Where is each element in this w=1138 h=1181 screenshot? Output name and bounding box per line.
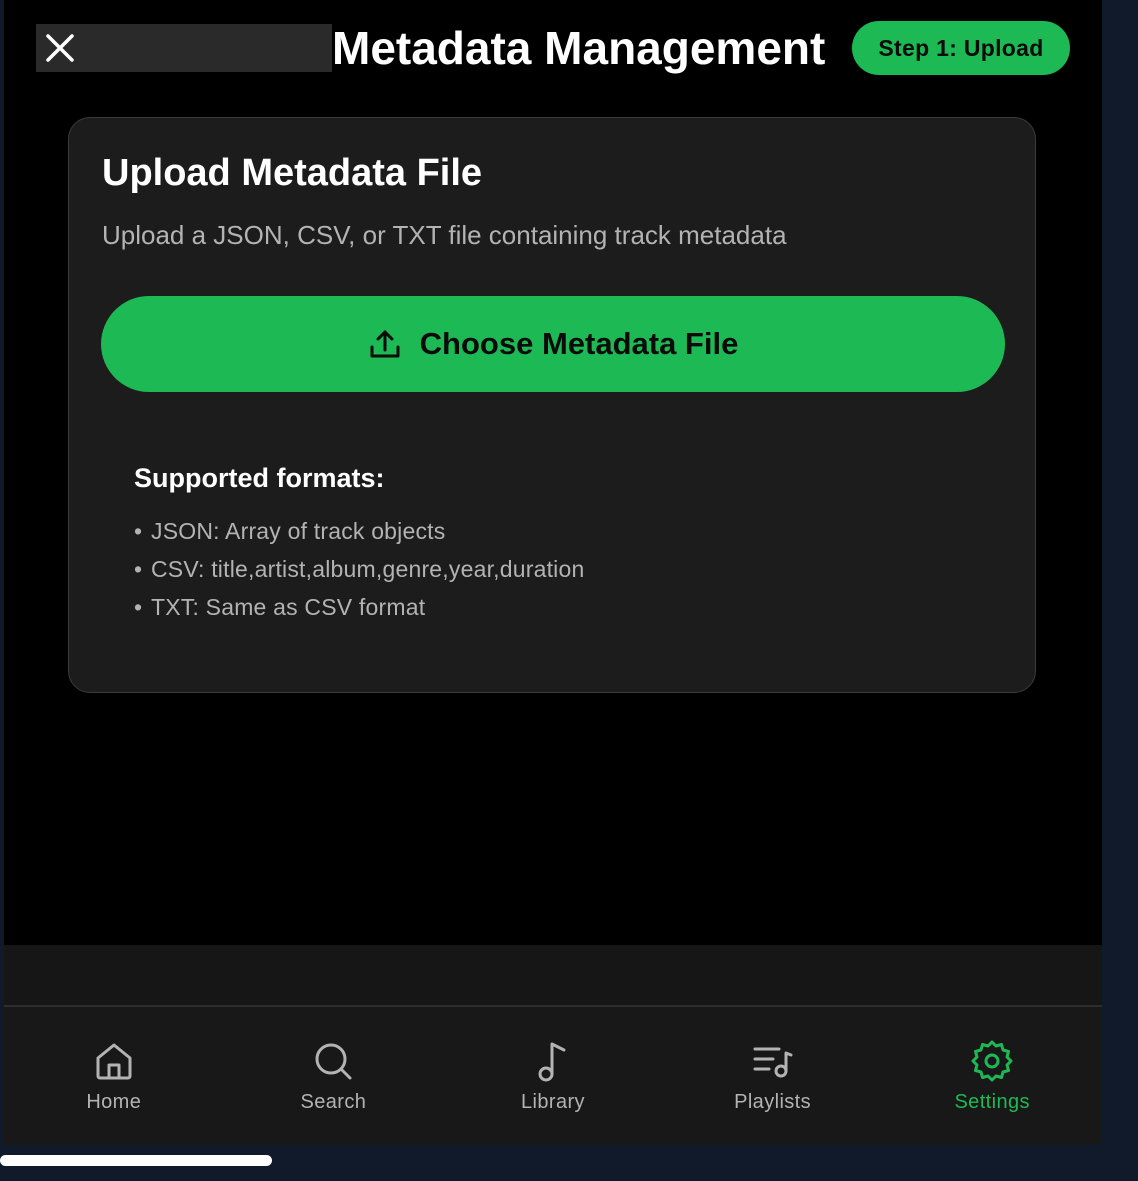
app-screen: Metadata Management Step 1: Upload Uploa… [4, 0, 1102, 1145]
music-note-icon [538, 1042, 566, 1082]
tab-label: Search [300, 1091, 367, 1113]
choose-file-button[interactable]: Choose Metadata File [101, 296, 1005, 392]
close-area [36, 24, 332, 72]
tab-home[interactable]: Home [4, 1007, 224, 1145]
tab-playlists[interactable]: Playlists [663, 1007, 883, 1145]
format-item-txt: • TXT: Same as CSV format [134, 594, 426, 620]
home-indicator [0, 1155, 272, 1166]
supported-formats: Supported formats: • JSON: Array of track… [134, 463, 584, 626]
playlist-icon [753, 1047, 793, 1078]
page-title: Metadata Management [332, 22, 826, 74]
tab-bar: Home Search Library Playlists Settings [4, 1005, 1102, 1145]
close-button[interactable] [36, 24, 84, 72]
mini-player-area [4, 945, 1102, 1005]
upload-icon [370, 330, 400, 358]
format-item-json: • JSON: Array of track objects [134, 518, 446, 544]
card-title: Upload Metadata File [102, 152, 483, 194]
card-subtitle: Upload a JSON, CSV, or TXT file containi… [102, 220, 787, 250]
tab-search[interactable]: Search [224, 1007, 444, 1145]
format-item-csv: • CSV: title,artist,album,genre,year,dura… [134, 556, 585, 582]
format-item-label: CSV: title,artist,album,genre,year,durat… [151, 556, 585, 582]
choose-file-label: Choose Metadata File [419, 326, 739, 361]
tab-label: Playlists [734, 1091, 812, 1113]
tab-library[interactable]: Library [443, 1007, 663, 1145]
tab-label: Library [521, 1091, 585, 1113]
home-icon [96, 1043, 132, 1080]
formats-title: Supported formats: [134, 463, 385, 493]
step-badge: Step 1: Upload [852, 21, 1070, 75]
tab-settings[interactable]: Settings [882, 1007, 1102, 1145]
format-item-label: JSON: Array of track objects [151, 518, 446, 544]
format-item-label: TXT: Same as CSV format [151, 594, 426, 620]
upload-card: Upload Metadata File Upload a JSON, CSV,… [68, 117, 1036, 693]
tab-label: Settings [954, 1091, 1030, 1113]
search-icon [315, 1043, 352, 1080]
header: Metadata Management Step 1: Upload [4, 0, 1102, 100]
tab-label: Home [86, 1091, 142, 1113]
gear-icon [971, 1040, 1013, 1082]
close-icon [46, 34, 74, 62]
